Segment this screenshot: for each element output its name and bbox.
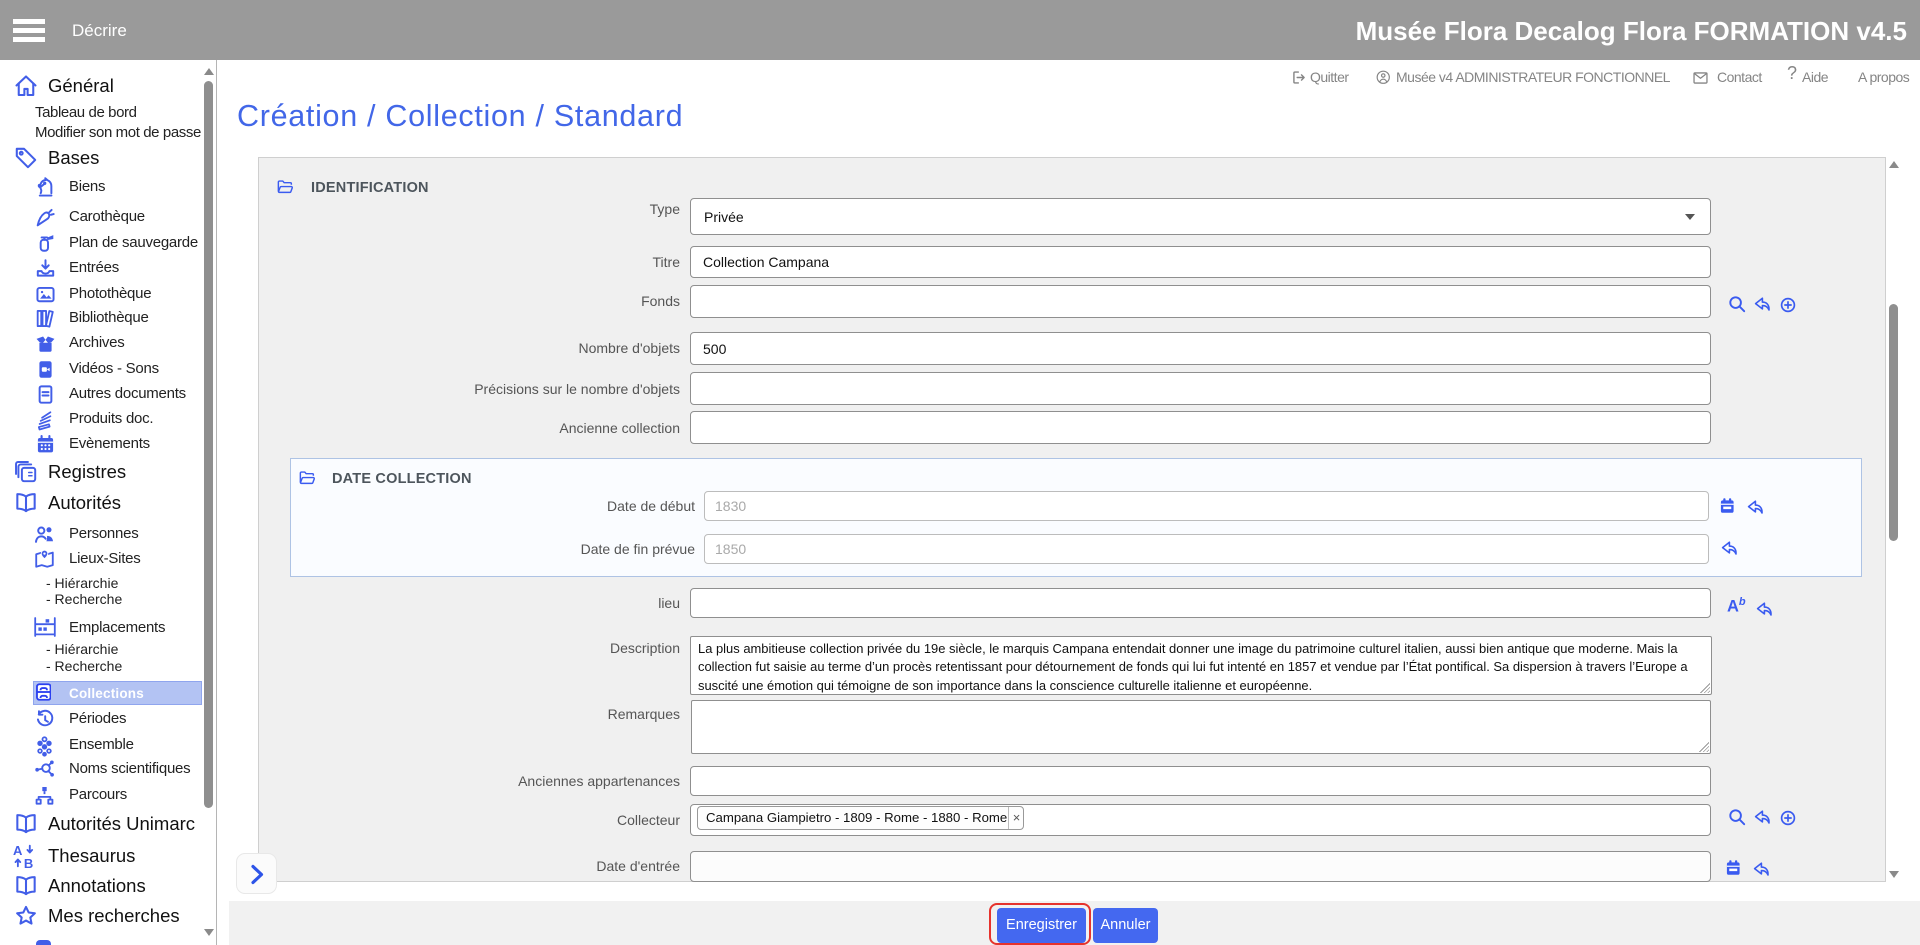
svg-text:A: A [13, 843, 23, 858]
svg-text:B: B [24, 856, 33, 869]
